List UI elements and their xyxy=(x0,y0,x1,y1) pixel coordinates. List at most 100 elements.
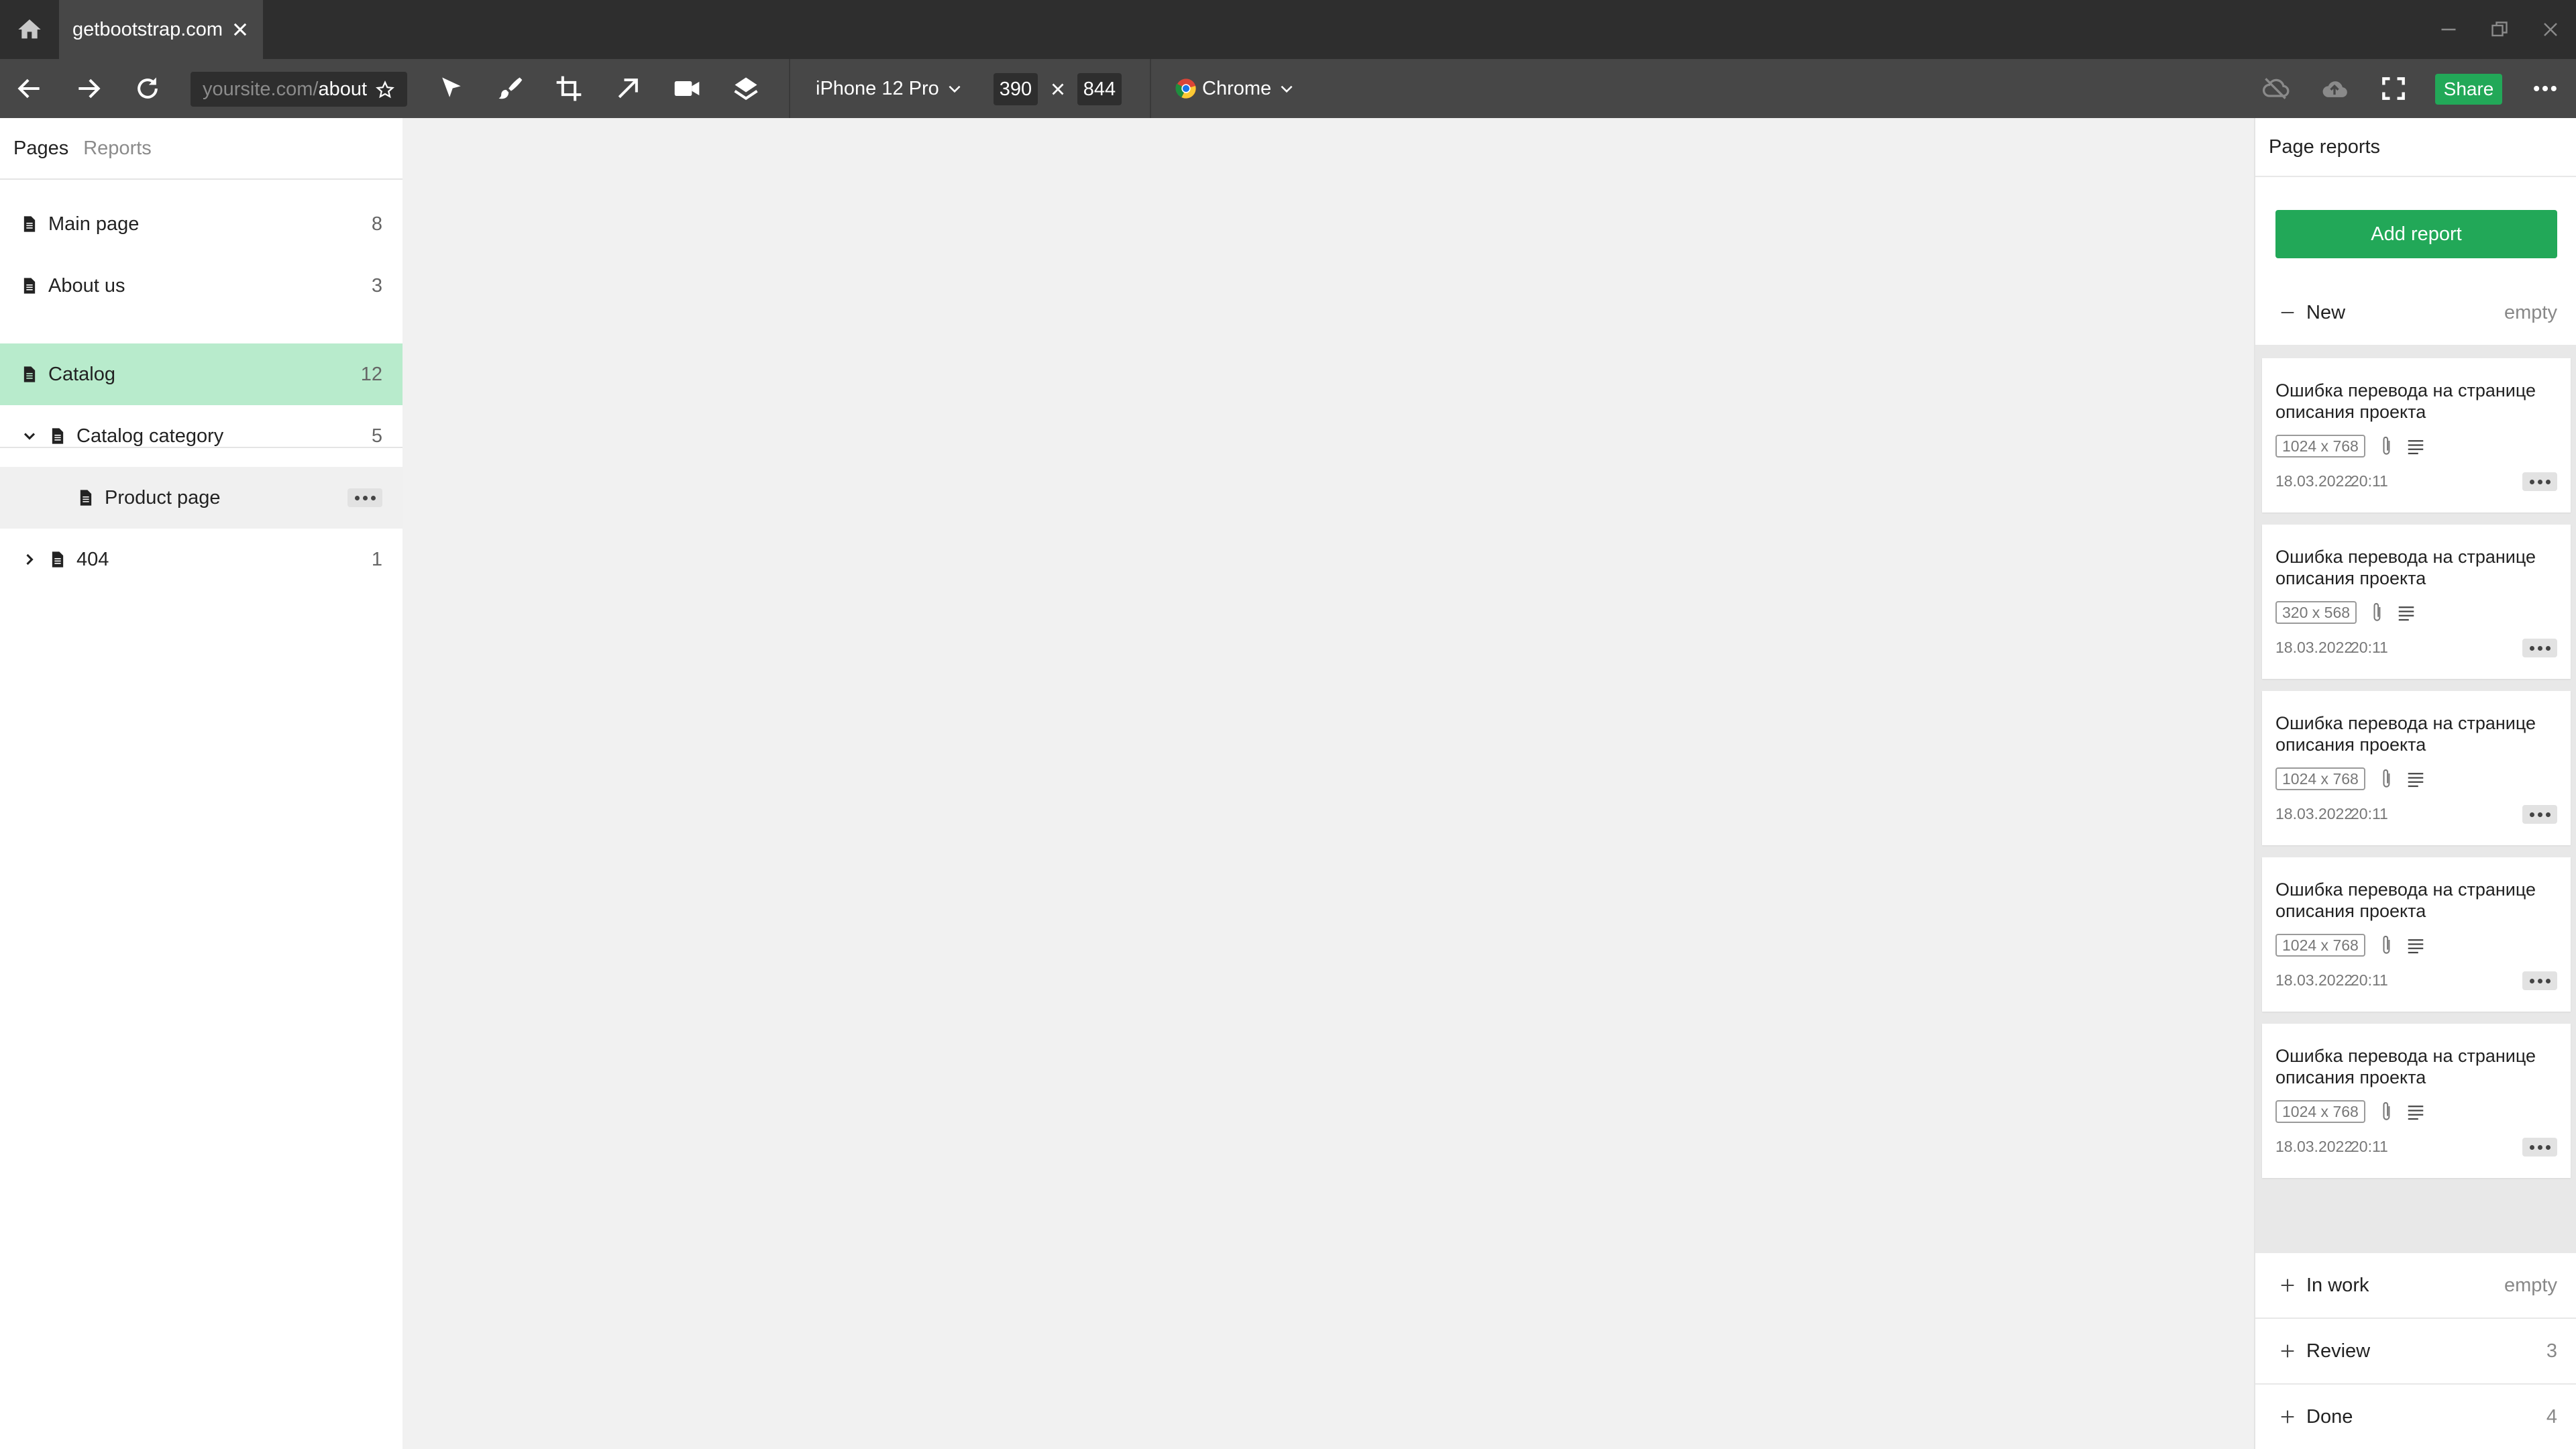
forward-arrow-icon[interactable] xyxy=(74,74,103,103)
group-value: empty xyxy=(2504,1275,2557,1296)
video-camera-icon[interactable] xyxy=(672,74,702,103)
preview-canvas[interactable] xyxy=(402,118,2254,1449)
page-count: 3 xyxy=(371,275,382,297)
restore-icon[interactable] xyxy=(2487,17,2512,42)
report-card[interactable]: Ошибка перевода на странице описания про… xyxy=(2262,857,2571,1012)
report-date: 18.03.2022 xyxy=(2275,472,2353,490)
more-options-button[interactable] xyxy=(2522,639,2557,657)
more-options-button[interactable] xyxy=(347,488,382,507)
resolution-badge: 1024 x 768 xyxy=(2275,435,2365,458)
report-card[interactable]: Ошибка перевода на странице описания про… xyxy=(2262,1024,2571,1178)
toolbar: yoursite.com/about iPhone 12 Pro 390 844… xyxy=(0,59,2576,118)
document-icon xyxy=(52,428,64,444)
cloud-off-icon[interactable] xyxy=(2261,74,2290,103)
group-value: empty xyxy=(2504,302,2557,323)
report-time: 20:11 xyxy=(2351,1138,2388,1155)
times-icon xyxy=(1052,83,1064,95)
resolution-badge: 1024 x 768 xyxy=(2275,934,2365,957)
panel-title: Page reports xyxy=(2269,136,2381,158)
paperclip-icon xyxy=(2383,1102,2390,1120)
browser-label: Chrome xyxy=(1202,77,1272,99)
page-label: 404 xyxy=(76,549,109,570)
cursor-icon[interactable] xyxy=(436,74,466,103)
more-options-button[interactable] xyxy=(2522,971,2557,990)
report-date: 18.03.2022 xyxy=(2275,971,2353,989)
chevron-down-icon[interactable] xyxy=(20,427,39,445)
width-input[interactable]: 390 xyxy=(994,73,1038,105)
page-label: Catalog category xyxy=(76,425,224,447)
report-title: Ошибка перевода на странице описания про… xyxy=(2275,1046,2536,1087)
window-close-icon[interactable] xyxy=(2538,17,2563,42)
layers-icon[interactable] xyxy=(731,74,761,103)
chevron-right-icon[interactable] xyxy=(20,550,39,569)
resolution-badge: 1024 x 768 xyxy=(2275,1100,2365,1123)
plus-icon[interactable] xyxy=(2278,1276,2297,1295)
star-icon[interactable] xyxy=(375,80,395,100)
page-row-product-page[interactable]: Product page xyxy=(0,467,402,529)
minus-icon[interactable] xyxy=(2278,303,2297,322)
report-time: 20:11 xyxy=(2351,971,2388,989)
group-in-work[interactable]: In work empty xyxy=(2255,1253,2576,1318)
report-time: 20:11 xyxy=(2351,472,2388,490)
home-icon xyxy=(18,19,41,39)
minimize-icon[interactable] xyxy=(2436,17,2461,42)
page-row-catalog[interactable]: Catalog 12 xyxy=(0,343,402,405)
toolbar-divider xyxy=(789,59,790,118)
plus-icon[interactable] xyxy=(2278,1342,2297,1360)
more-options-button[interactable] xyxy=(2522,472,2557,491)
title-bar: getbootstrap.com xyxy=(0,0,2576,59)
page-row-404[interactable]: 404 1 xyxy=(0,529,402,590)
plus-icon[interactable] xyxy=(2278,1407,2297,1426)
add-report-button[interactable]: Add report xyxy=(2275,210,2557,258)
report-card[interactable]: Ошибка перевода на странице описания про… xyxy=(2262,525,2571,679)
description-icon xyxy=(2408,939,2424,954)
report-cards-list: Ошибка перевода на странице описания про… xyxy=(2255,345,2576,1253)
page-count: 5 xyxy=(371,425,382,447)
more-options-button[interactable] xyxy=(2522,805,2557,824)
arrow-tool-icon[interactable] xyxy=(613,74,643,103)
page-row-catalog-category[interactable]: Catalog category 5 xyxy=(0,405,402,467)
page-count: 1 xyxy=(371,549,382,570)
page-row-main-page[interactable]: Main page 8 xyxy=(0,193,402,255)
report-card[interactable]: Ошибка перевода на странице описания про… xyxy=(2262,691,2571,845)
browser-select[interactable]: Chrome xyxy=(1175,74,1295,103)
pages-sidebar: Pages Reports Main page 8 About us 3 Cat… xyxy=(0,118,402,1449)
cloud-upload-icon[interactable] xyxy=(2320,74,2349,103)
description-icon xyxy=(2408,1106,2424,1120)
paperclip-icon xyxy=(2383,436,2390,455)
chrome-icon xyxy=(1175,78,1196,99)
group-done[interactable]: Done 4 xyxy=(2255,1385,2576,1449)
document-icon xyxy=(80,490,92,506)
brush-icon[interactable] xyxy=(495,74,525,103)
share-button[interactable]: Share xyxy=(2435,74,2502,105)
fullscreen-icon[interactable] xyxy=(2379,74,2408,103)
resolution-badge: 320 x 568 xyxy=(2275,601,2357,624)
page-label: Main page xyxy=(48,213,140,235)
url-base: yoursite.com/ xyxy=(203,78,319,100)
document-icon xyxy=(23,278,36,294)
group-value: 3 xyxy=(2546,1340,2557,1362)
more-options-button[interactable] xyxy=(2522,1138,2557,1157)
group-label: In work xyxy=(2306,1275,2369,1296)
report-card[interactable]: Ошибка перевода на странице описания про… xyxy=(2262,358,2571,513)
group-review[interactable]: Review 3 xyxy=(2255,1319,2576,1383)
tab-reports[interactable]: Reports xyxy=(83,138,152,160)
page-label: Catalog xyxy=(48,364,115,385)
description-icon xyxy=(2408,773,2424,788)
tab-title: getbootstrap.com xyxy=(72,18,223,40)
paperclip-icon xyxy=(2383,769,2390,788)
device-select[interactable]: iPhone 12 Pro xyxy=(816,74,963,103)
crop-icon[interactable] xyxy=(554,74,584,103)
more-icon[interactable] xyxy=(2530,74,2560,103)
back-arrow-icon[interactable] xyxy=(15,74,44,103)
url-bar[interactable]: yoursite.com/about xyxy=(191,72,407,107)
home-button[interactable] xyxy=(0,0,59,59)
close-icon[interactable] xyxy=(231,20,250,39)
report-date: 18.03.2022 xyxy=(2275,805,2353,822)
reload-icon[interactable] xyxy=(133,74,162,103)
page-row-about-us[interactable]: About us 3 xyxy=(0,255,402,317)
browser-tab[interactable]: getbootstrap.com xyxy=(59,0,263,59)
tab-pages[interactable]: Pages xyxy=(13,138,68,160)
height-input[interactable]: 844 xyxy=(1077,73,1122,105)
group-new[interactable]: New empty xyxy=(2255,280,2576,345)
